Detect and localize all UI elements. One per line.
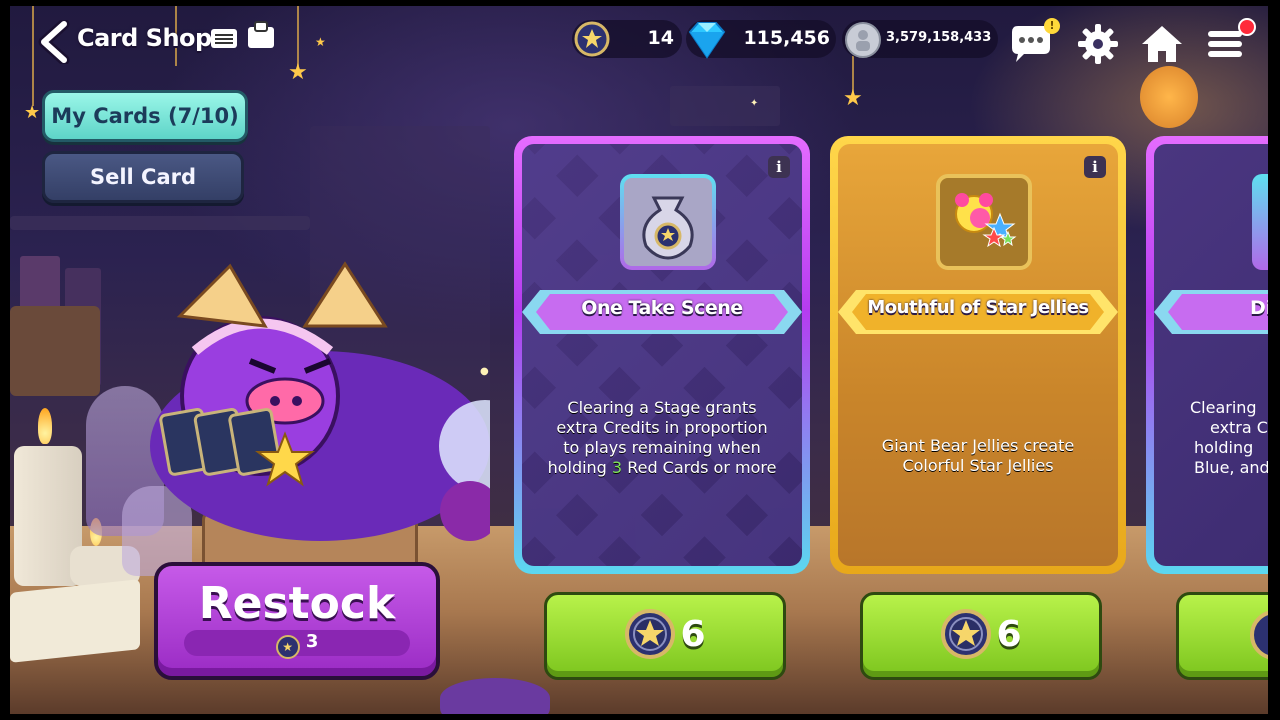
card-shop-screen: ★ ★ ★ ★ ✦ ● Card Shop 14 115,456 3,579,1… [10,6,1268,714]
card-description: Giant Bear Jellies create Colorful Star … [881,436,1075,475]
hanging-string [297,6,299,66]
shopkeeper-character [150,261,490,541]
silver-coin-icon [845,22,881,58]
card-icon-frame [620,174,716,270]
buy-card-button[interactable]: 6 [860,592,1102,680]
sell-card-button[interactable]: Sell Card [42,151,244,203]
buy-price: 6 [996,613,1022,655]
page-title: Card Shop [77,24,212,52]
restock-label: Restock [198,578,396,629]
info-button[interactable]: i [1084,156,1106,178]
open-book-icon [10,579,140,663]
hanging-star-icon: ★ [843,86,863,111]
shop-card[interactable]: i Mouthful of Star Jellies Giant Bear Je… [830,136,1126,574]
info-button[interactable]: i [768,156,790,178]
gear-icon[interactable] [1076,22,1120,66]
sparkle-icon: ✦ [750,98,759,109]
gem-count: 115,456 [743,27,830,49]
restock-cost: ★ 3 [184,631,410,659]
hanging-star-icon: ★ [24,102,41,123]
background-book-stack [10,306,100,396]
menu-notification-dot [1238,18,1256,36]
hanging-star-icon: ★ [315,35,326,49]
shop-card[interactable]: i One Take Scene Clearing a Stage grants… [514,136,810,574]
buy-card-button[interactable]: 6 [544,592,786,680]
buy-price-row: 6 [547,609,783,659]
my-cards-button[interactable]: My Cards (7/10) [42,90,248,142]
home-icon[interactable] [1140,22,1184,66]
card-icon-frame [936,174,1032,270]
hanging-star-icon: ★ [288,60,308,85]
coin-count: 14 [647,27,674,49]
card-description: Clearing a Stage grants extra Credits in… [547,398,777,477]
gem-icon [688,22,726,59]
card-name: Di [1250,297,1268,319]
lamp-icon [1140,66,1198,128]
card-name: One Take Scene [581,297,743,319]
card-name: Mouthful of Star Jellies [867,297,1089,318]
back-arrow-icon[interactable] [34,20,74,64]
coin-icon: ★ [275,635,300,659]
restock-cost-bar: ★ 3 [184,630,410,659]
list-icon[interactable] [210,26,238,50]
background-box [670,86,780,126]
restock-cost-value: 3 [305,631,319,652]
buy-price: 6 [680,613,706,655]
coin-pouch-icon [624,178,712,266]
buy-card-button[interactable] [1176,592,1268,680]
restock-button[interactable]: Restock ★ 3 [154,562,440,680]
card-description: Clearing extra C holding Blue, and [1190,398,1268,477]
coin-icon [625,609,676,659]
buy-price-row [1249,609,1268,665]
silver-count: 3,579,158,433 [886,30,992,45]
coin-icon [574,21,610,57]
chat-notification-badge: ! [1044,18,1060,34]
clipboard-icon[interactable] [246,20,276,50]
buy-price-row: 6 [863,609,1099,659]
star-jellies-icon [955,193,1017,248]
coin-icon [1250,611,1268,659]
background-shelf [10,216,310,230]
shop-card[interactable]: Di Clearing extra C holding Blue, and [1146,136,1268,574]
card-icon-frame [1252,174,1268,270]
bowl-icon [440,678,550,714]
candle-flame-icon [38,408,52,444]
coin-icon [941,609,992,659]
